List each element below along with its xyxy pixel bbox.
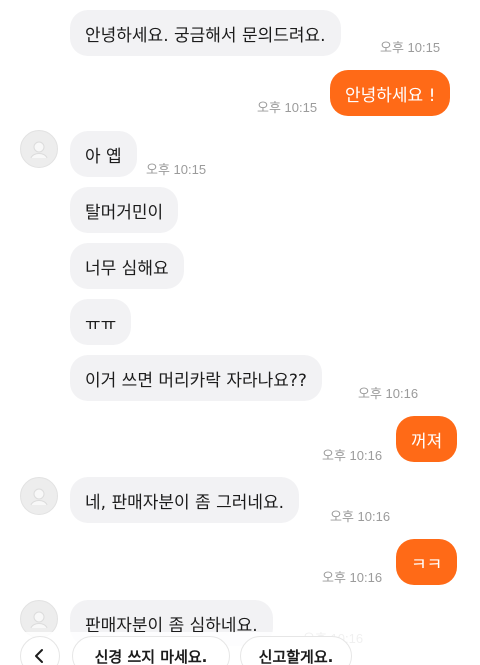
- incoming-message: 너무 심해요: [70, 243, 184, 289]
- user-placeholder-icon: [30, 141, 48, 159]
- outgoing-message: 안녕하세요 !: [330, 70, 451, 116]
- message-text: 이거 쓰면 머리카락 자라나요??: [85, 370, 307, 391]
- message-text: 꺼져: [411, 431, 443, 452]
- outgoing-message: 꺼져: [396, 416, 458, 462]
- message-text: 너무 심해요: [85, 258, 169, 279]
- avatar[interactable]: [20, 477, 58, 515]
- message-text: 아 옙: [85, 146, 122, 167]
- user-placeholder-icon: [30, 611, 48, 629]
- incoming-message: ㅠㅠ: [70, 299, 132, 345]
- chat-thread: 안녕하세요. 궁금해서 문의드려요. 오후 10:15 오후 10:15 안녕하…: [0, 0, 480, 665]
- incoming-message: 안녕하세요. 궁금해서 문의드려요.: [70, 10, 341, 56]
- incoming-message: 이거 쓰면 머리카락 자라나요??: [70, 355, 322, 401]
- incoming-message: 네, 판매자분이 좀 그러네요.: [70, 477, 300, 523]
- incoming-message: 아 옙: [70, 131, 137, 177]
- message-time: 오후 10:15: [380, 40, 441, 55]
- message-text: ㅠㅠ: [85, 314, 117, 335]
- message-time: 오후 10:16: [330, 509, 391, 524]
- outgoing-message: ㅋㅋ: [396, 539, 458, 585]
- incoming-message: 탈머거민이: [70, 187, 179, 233]
- avatar[interactable]: [20, 130, 58, 168]
- message-text: 탈머거민이: [85, 202, 164, 223]
- message-time: 오후 10:16: [322, 448, 383, 463]
- message-time: 오후 10:15: [146, 162, 207, 177]
- message-text: 안녕하세요. 궁금해서 문의드려요.: [85, 25, 326, 46]
- quick-reply-label: 신고할게요.: [258, 647, 334, 665]
- user-placeholder-icon: [30, 488, 48, 506]
- quick-reply-option[interactable]: 신고할게요.: [240, 636, 352, 665]
- message-time: 오후 10:16: [358, 386, 419, 401]
- message-time: 오후 10:15: [257, 100, 318, 115]
- quick-reply-label: 신경 쓰지 마세요.: [94, 647, 208, 665]
- message-text: ㅋㅋ: [411, 554, 443, 575]
- chevron-left-icon: [35, 649, 43, 663]
- message-text: 안녕하세요 !: [345, 85, 436, 106]
- message-time: 오후 10:16: [322, 570, 383, 585]
- quick-reply-option[interactable]: 신경 쓰지 마세요.: [72, 636, 230, 665]
- message-text: 네, 판매자분이 좀 그러네요.: [85, 492, 285, 513]
